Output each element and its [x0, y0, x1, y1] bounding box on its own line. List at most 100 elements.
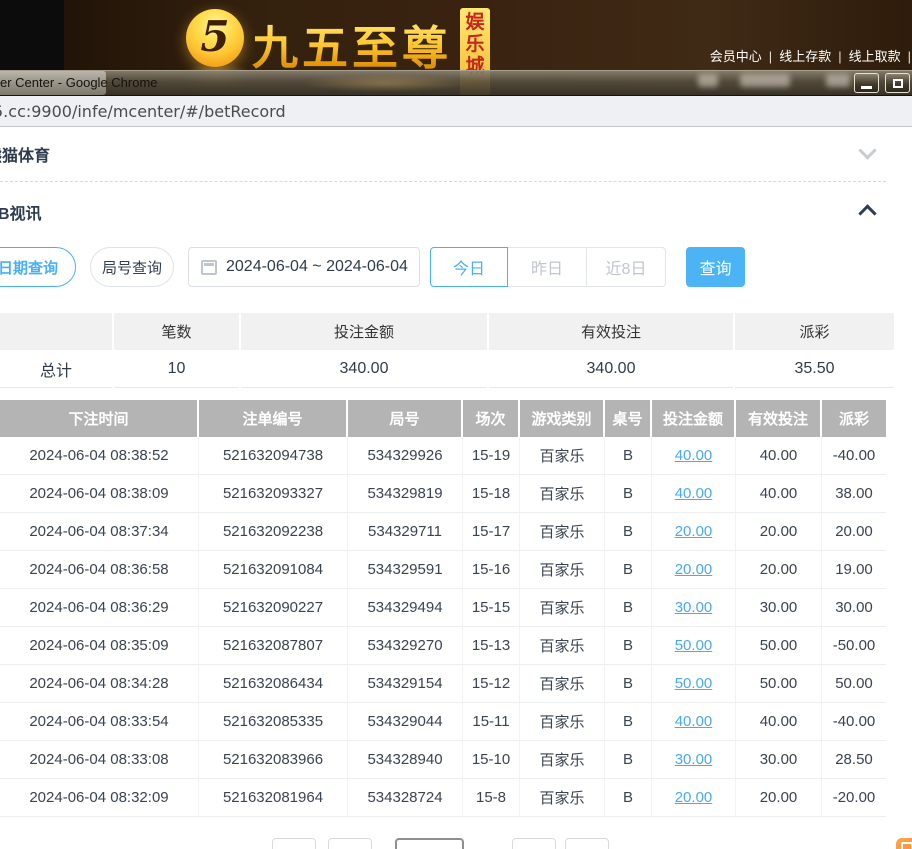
pagination-button[interactable]	[512, 838, 556, 849]
table-cell: 521632086434	[199, 665, 348, 703]
bet-table-header-cell: 场次	[463, 400, 520, 437]
pagination-button[interactable]	[328, 838, 372, 849]
search-button[interactable]: 查询	[686, 247, 745, 287]
chevron-up-icon	[858, 204, 877, 223]
url-bar[interactable]: 5.cc:9900/infe/mcenter/#/betRecord	[0, 96, 912, 127]
bet-record-table: 下注时间 注单编号 局号 场次 游戏类别 桌号 投注金额 有效投注 派彩 2024-06-04 …	[0, 400, 886, 817]
minimize-button[interactable]	[854, 73, 879, 93]
brand-tag-char: 乐	[465, 34, 485, 55]
round-query-tab[interactable]: 局号查询	[90, 247, 174, 287]
table-cell: 521632083966	[199, 741, 348, 779]
bet-table-header-cell: 派彩	[822, 400, 886, 437]
table-cell: 30.00	[736, 741, 822, 779]
quick-range-button[interactable]: 近8日	[587, 247, 666, 287]
table-cell: 15-12	[463, 665, 520, 703]
table-cell: 40.00	[736, 475, 822, 513]
summary-value-cell: 总计	[0, 350, 112, 388]
bet-amount-link[interactable]: 30.00	[675, 599, 713, 616]
maximize-button[interactable]	[885, 73, 910, 93]
table-cell: B	[605, 589, 652, 627]
bet-table-header-cell: 游戏类别	[520, 400, 605, 437]
bet-amount-link[interactable]: 40.00	[675, 713, 713, 730]
table-cell: 20.00	[736, 551, 822, 589]
table-cell: 百家乐	[520, 627, 605, 665]
bet-amount-link[interactable]: 50.00	[675, 637, 713, 654]
summary-header-cell: 笔数	[114, 313, 239, 350]
section-bb-live[interactable]: B视讯	[0, 183, 886, 241]
table-cell: B	[605, 437, 652, 475]
table-cell: 百家乐	[520, 779, 605, 817]
quick-range-button[interactable]: 今日	[430, 247, 508, 287]
bet-amount-link[interactable]: 40.00	[675, 447, 713, 464]
table-cell: 30.00	[736, 589, 822, 627]
bet-table-header-cell: 局号	[348, 400, 463, 437]
titlebar-ornament	[300, 74, 470, 92]
bet-amount-link[interactable]: 20.00	[675, 789, 713, 806]
nav-separator: |	[907, 49, 911, 64]
table-cell: 2024-06-04 08:32:09	[0, 779, 199, 817]
bet-amount-link[interactable]: 20.00	[675, 561, 713, 578]
table-row: 2024-06-04 08:33:54 521632085335 534329044…	[0, 703, 886, 741]
payout-cell: 28.50	[822, 741, 886, 779]
top-nav-link[interactable]: 线上取款	[849, 49, 901, 64]
table-cell: 15-10	[463, 741, 520, 779]
table-cell: 521632092238	[199, 513, 348, 551]
table-cell: 534329494	[348, 589, 463, 627]
bet-amount-link[interactable]: 30.00	[675, 751, 713, 768]
bet-amount-cell: 20.00	[652, 513, 736, 551]
customer-service-float-button[interactable]	[896, 838, 912, 849]
table-cell: B	[605, 551, 652, 589]
table-cell: 534329270	[348, 627, 463, 665]
pagination-button[interactable]	[272, 838, 316, 849]
pagination-page-size-select[interactable]	[395, 838, 464, 849]
table-cell: 2024-06-04 08:33:08	[0, 741, 199, 779]
table-row: 2024-06-04 08:34:28 521632086434 534329154…	[0, 665, 886, 703]
table-cell: B	[605, 475, 652, 513]
top-nav-links: 会员中心 | 线上存款 | 线上取款 |	[710, 46, 912, 65]
pagination-button[interactable]	[565, 838, 609, 849]
table-cell: 534328724	[348, 779, 463, 817]
table-cell: 521632093327	[199, 475, 348, 513]
bet-table-header-row: 下注时间 注单编号 局号 场次 游戏类别 桌号 投注金额 有效投注 派彩	[0, 400, 886, 437]
table-cell: 534329591	[348, 551, 463, 589]
section-panda-sports[interactable]: 熊猫体育	[0, 127, 886, 182]
bet-amount-link[interactable]: 50.00	[675, 675, 713, 692]
payout-cell: 38.00	[822, 475, 886, 513]
table-cell: 521632085335	[199, 703, 348, 741]
top-nav-link[interactable]: 线上存款	[779, 49, 831, 64]
table-cell: 20.00	[736, 513, 822, 551]
chevron-down-icon	[858, 141, 877, 160]
date-range-input[interactable]: 2024-06-04 ~ 2024-06-04	[188, 247, 420, 287]
table-cell: 521632094738	[199, 437, 348, 475]
nav-separator: |	[838, 49, 842, 64]
date-query-tab[interactable]: 日期查询	[0, 247, 76, 287]
top-nav-link[interactable]: 会员中心	[710, 49, 762, 64]
summary-header-row: 笔数 投注金额 有效投注 派彩	[0, 313, 894, 350]
table-row: 2024-06-04 08:37:34 521632092238 534329711…	[0, 513, 886, 551]
table-cell: B	[605, 627, 652, 665]
table-cell: 2024-06-04 08:33:54	[0, 703, 199, 741]
table-cell: B	[605, 513, 652, 551]
url-text[interactable]: 5.cc:9900/infe/mcenter/#/betRecord	[0, 102, 286, 121]
summary-value-cell: 340.00	[241, 350, 487, 388]
bet-amount-link[interactable]: 40.00	[675, 485, 713, 502]
minimize-icon	[861, 85, 872, 89]
payout-cell: 50.00	[822, 665, 886, 703]
bet-table-header-cell: 投注金额	[652, 400, 736, 437]
table-cell: 534328940	[348, 741, 463, 779]
table-cell: 百家乐	[520, 703, 605, 741]
table-cell: B	[605, 779, 652, 817]
table-cell: 20.00	[736, 779, 822, 817]
summary-value-cell: 35.50	[735, 350, 894, 388]
bet-amount-link[interactable]: 20.00	[675, 523, 713, 540]
quick-range-button[interactable]: 昨日	[508, 247, 587, 287]
table-cell: 15-8	[463, 779, 520, 817]
brand-tag-char: 娱	[465, 12, 485, 33]
summary-value-cell: 340.00	[489, 350, 733, 388]
summary-header-cell	[0, 313, 112, 350]
table-row: 2024-06-04 08:36:58 521632091084 534329591…	[0, 551, 886, 589]
bet-amount-cell: 50.00	[652, 665, 736, 703]
summary-total-row: 总计 10 340.00 340.00 35.50	[0, 350, 894, 388]
payout-cell: 30.00	[822, 589, 886, 627]
payout-cell: 19.00	[822, 551, 886, 589]
